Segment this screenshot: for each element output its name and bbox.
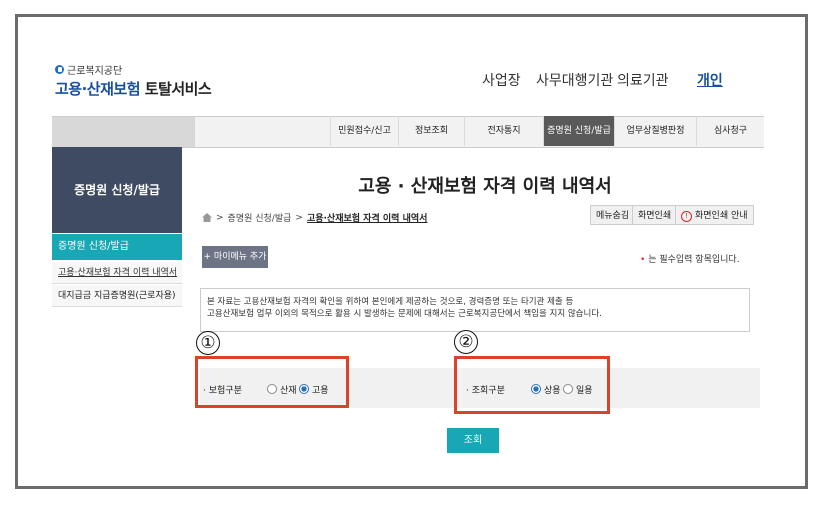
query-type-label-text: 조회구분 (471, 386, 505, 396)
insurance-type-label: · 보험구분 (203, 386, 242, 396)
radio-daily-label: 일용 (576, 386, 593, 396)
callout-box-1 (195, 356, 349, 408)
sidebar-item-certificate[interactable]: 증명원 신청/발급 (52, 234, 182, 260)
insurance-type-label-text: 보험구분 (208, 386, 242, 396)
radio-employment[interactable] (299, 384, 309, 394)
radio-industrial-accident[interactable] (267, 384, 277, 394)
sidebar-item-payment-certificate[interactable]: 대지급금 지급증명원(근로자용) (52, 285, 182, 307)
breadcrumb-sep: > (216, 212, 224, 223)
service-logo-main: 고용·산재보험 (55, 80, 141, 98)
notice-box: 본 자료는 고용산재보험 자격의 확인을 위하여 본인에게 제공하는 것으로, … (200, 288, 750, 332)
nav-medical[interactable]: 의료기관 (617, 70, 669, 90)
query-type-label: · 조회구분 (466, 386, 505, 396)
sidebar-heading: 증명원 신청/발급 (52, 147, 182, 233)
breadcrumb-current[interactable]: 고용·산재보험 자격 이력 내역서 (307, 211, 427, 224)
menu-certificate[interactable]: 증명원 신청/발급 (543, 116, 614, 146)
required-note-text: 는 필수입력 항목입니다. (648, 255, 740, 265)
print-button[interactable]: 화면인쇄 (632, 205, 678, 225)
radio-industrial-accident-label: 산재 (280, 386, 297, 396)
radio-regular[interactable] (531, 384, 541, 394)
radio-employment-label: 고용 (312, 386, 329, 396)
nav-personal[interactable]: 개인 (697, 70, 723, 90)
menu-info-inquiry[interactable]: 정보조회 (398, 116, 464, 146)
breadcrumb-parent[interactable]: 증명원 신청/발급 (228, 211, 292, 224)
menu-e-notice[interactable]: 전자통지 (464, 116, 543, 146)
org-name: 근로복지공단 (67, 66, 123, 77)
print-guide-button[interactable]: ! 화면인쇄 안내 (675, 205, 754, 225)
search-button[interactable]: 조회 (447, 428, 499, 453)
required-marker-icon: • (640, 255, 646, 265)
hide-menu-button[interactable]: 메뉴숨김 (590, 205, 636, 225)
notice-line-2: 고용산재보험 업무 이외의 목적으로 활용 시 발생하는 문제에 대해서는 근로… (207, 309, 602, 319)
sidebar-item-qualification-history[interactable]: 고용·산재보험 자격 이력 내역서 (52, 262, 182, 284)
service-logo[interactable]: 고용·산재보험 토탈서비스 (55, 78, 212, 99)
nav-business[interactable]: 사업장 (482, 70, 521, 90)
callout-number-1: ① (196, 331, 220, 355)
menu-review-request[interactable]: 심사청구 (696, 116, 764, 146)
breadcrumb-sep: > (295, 212, 303, 223)
radio-regular-label: 상용 (544, 386, 561, 396)
page-title: 고용 · 산재보험 자격 이력 내역서 (358, 176, 612, 197)
alert-icon: ! (681, 211, 692, 222)
radio-daily[interactable] (563, 384, 573, 394)
menu-civil-complaint[interactable]: 민원접수/신고 (330, 116, 398, 146)
menu-bar-left-blank (52, 116, 195, 148)
notice-line-1: 본 자료는 고용산재보험 자격의 확인을 위하여 본인에게 제공하는 것으로, … (207, 297, 574, 307)
print-guide-label: 화면인쇄 안내 (695, 211, 748, 221)
nav-agency[interactable]: 사무대행기관 (536, 70, 613, 90)
kcomwel-logo-icon (55, 65, 64, 74)
breadcrumb: > 증명원 신청/발급 > 고용·산재보험 자격 이력 내역서 (202, 211, 427, 224)
service-logo-sub: 토탈서비스 (144, 80, 212, 98)
org-logo-small: 근로복지공단 (55, 62, 122, 77)
menu-disease-judgment[interactable]: 업무상질병판정 (614, 116, 696, 146)
add-my-menu-button[interactable]: + 마이메뉴 추가 (202, 246, 268, 268)
required-note: • 는 필수입력 항목입니다. (640, 252, 740, 265)
home-icon[interactable] (202, 213, 212, 222)
callout-number-2: ② (454, 330, 478, 354)
